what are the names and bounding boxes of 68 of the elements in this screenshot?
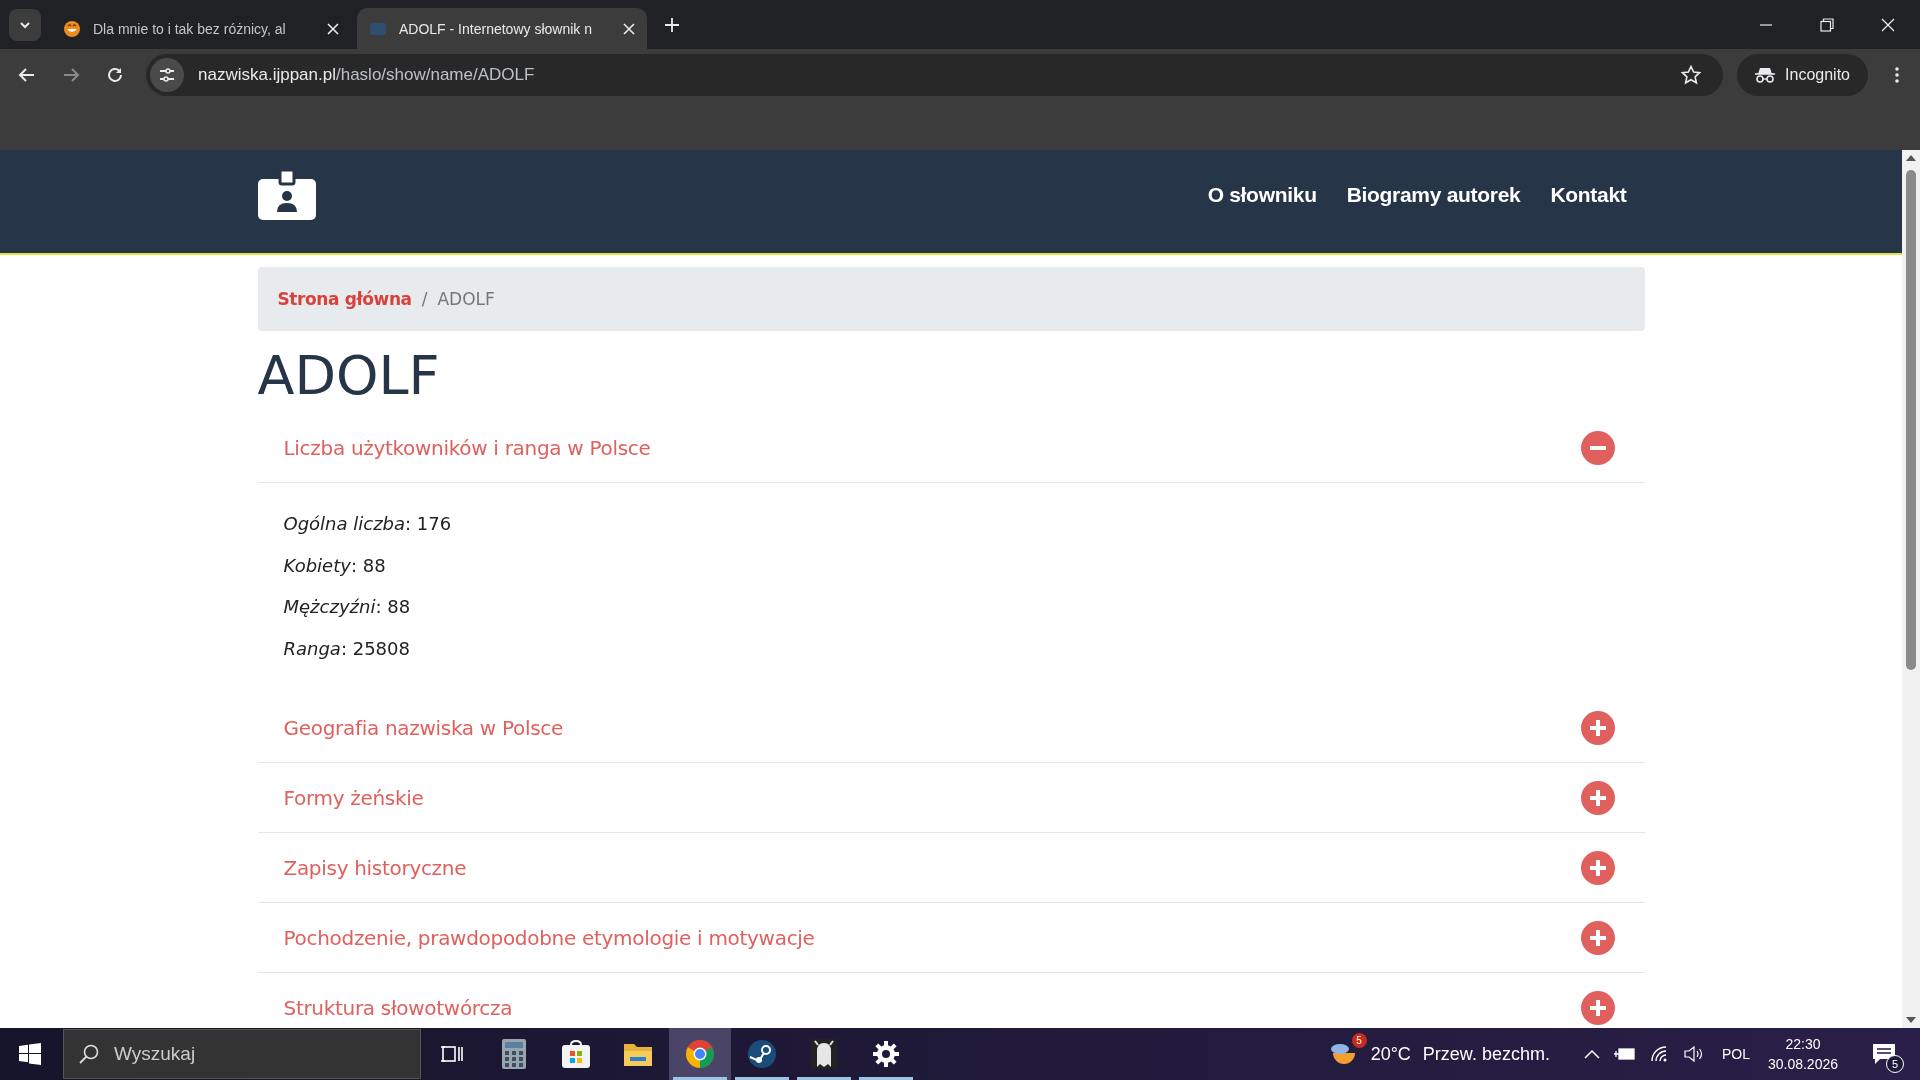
nav-link[interactable]: O słowniku bbox=[1207, 182, 1317, 207]
close-icon[interactable] bbox=[1881, 17, 1895, 32]
page-title: ADOLF bbox=[257, 345, 441, 407]
close-icon[interactable] bbox=[327, 22, 339, 35]
nav-link[interactable]: Biogramy autorek bbox=[1346, 182, 1521, 207]
browser-tab[interactable]: Dla mnie to i tak bez różnicy, al bbox=[51, 8, 351, 49]
weather-condition: Przew. bezchm. bbox=[1422, 1043, 1550, 1065]
statistic-line: Mężczyźni: 88 bbox=[283, 595, 412, 619]
chrome-taskbar-icon[interactable] bbox=[669, 1028, 731, 1080]
address-bar[interactable]: nazwiska.ijppan.pl/haslo/show/name/ADOLF bbox=[146, 53, 1724, 96]
speaker-icon[interactable] bbox=[1683, 1046, 1704, 1062]
taskbar-search-field[interactable]: Wyszukaj bbox=[63, 1029, 421, 1079]
notification-count: 5 bbox=[1886, 1055, 1904, 1073]
close-icon[interactable] bbox=[623, 22, 635, 35]
id-badge-icon[interactable] bbox=[257, 169, 316, 220]
star-icon[interactable] bbox=[1681, 64, 1702, 85]
breadcrumb-current: ADOLF bbox=[437, 289, 495, 309]
chevron-up-icon[interactable] bbox=[1583, 1049, 1600, 1059]
statistic-line: Ogólna liczba: 176 bbox=[283, 512, 453, 536]
section-title: Liczba użytkowników i ranga w Polsce bbox=[283, 435, 651, 460]
smiley-icon bbox=[63, 19, 81, 38]
section-title: Struktura słowotwórcza bbox=[283, 995, 513, 1020]
breadcrumb-separator: / bbox=[421, 289, 428, 309]
section-title: Geografia nazwiska w Polsce bbox=[283, 715, 563, 740]
menu-icon[interactable] bbox=[1894, 65, 1900, 84]
notification-badge: 5 bbox=[1351, 1033, 1367, 1048]
plus-circle-icon[interactable] bbox=[1580, 990, 1615, 1025]
plus-circle-icon[interactable] bbox=[1580, 850, 1615, 885]
section-title: Zapisy historyczne bbox=[283, 855, 467, 880]
statistic-line: Ranga: 25808 bbox=[283, 636, 411, 661]
site-settings-icon[interactable] bbox=[150, 57, 184, 92]
clock[interactable]: 22:30 30.08.2026 bbox=[1767, 1036, 1838, 1072]
weather-temperature: 20°C bbox=[1370, 1043, 1411, 1065]
statistic-line: Kobiety: 88 bbox=[283, 553, 387, 578]
accordion-header[interactable]: Geografia nazwiska w Polsce bbox=[257, 693, 1645, 763]
search-icon bbox=[78, 1043, 100, 1065]
scroll-down-icon[interactable] bbox=[1906, 1016, 1916, 1024]
breadcrumb-link[interactable]: Strona główna bbox=[277, 289, 412, 309]
clock-time: 22:30 bbox=[1785, 1036, 1821, 1052]
forward-icon[interactable] bbox=[62, 65, 80, 84]
windows-start-icon[interactable] bbox=[19, 1043, 41, 1065]
incognito-button[interactable]: Incognito bbox=[1737, 53, 1868, 96]
accordion-header[interactable]: Liczba użytkowników i ranga w Polsce bbox=[257, 413, 1645, 483]
scrollbar[interactable] bbox=[1902, 150, 1920, 1028]
tab-title: Dla mnie to i tak bez różnicy, al bbox=[93, 20, 287, 37]
tab-search-button[interactable] bbox=[9, 8, 41, 41]
incognito-icon bbox=[1755, 65, 1776, 84]
browser-tab[interactable]: ADOLF - Internetowy słownik n bbox=[357, 8, 647, 49]
reload-icon[interactable] bbox=[106, 65, 124, 84]
plus-circle-icon[interactable] bbox=[1580, 780, 1615, 815]
scroll-up-icon[interactable] bbox=[1906, 154, 1916, 162]
plus-circle-icon[interactable] bbox=[1580, 920, 1615, 955]
new-tab-icon[interactable] bbox=[665, 17, 679, 32]
clock-date: 30.08.2026 bbox=[1767, 1056, 1838, 1072]
back-icon[interactable] bbox=[18, 65, 36, 84]
section-title: Pochodzenie, prawdopodobne etymologie i motywacje bbox=[283, 925, 815, 950]
language-indicator[interactable]: POL bbox=[1721, 1046, 1750, 1062]
url-text: nazwiska.ijppan.pl/haslo/show/name/ADOLF bbox=[198, 64, 535, 85]
restore-icon[interactable] bbox=[1820, 17, 1834, 32]
section-title: Formy żeńskie bbox=[283, 785, 424, 810]
accordion-header[interactable]: Zapisy historyczne bbox=[257, 833, 1645, 903]
accordion-header[interactable]: Formy żeńskie bbox=[257, 763, 1645, 833]
battery-icon[interactable] bbox=[1613, 1047, 1636, 1061]
minus-circle-icon[interactable] bbox=[1580, 430, 1615, 465]
accordion-header[interactable]: Pochodzenie, prawdopodobne etymologie i motywacje bbox=[257, 903, 1645, 973]
tab-title: ADOLF - Internetowy słownik n bbox=[399, 20, 593, 37]
plus-circle-icon[interactable] bbox=[1580, 710, 1615, 745]
nav-link[interactable]: Kontakt bbox=[1550, 182, 1627, 207]
